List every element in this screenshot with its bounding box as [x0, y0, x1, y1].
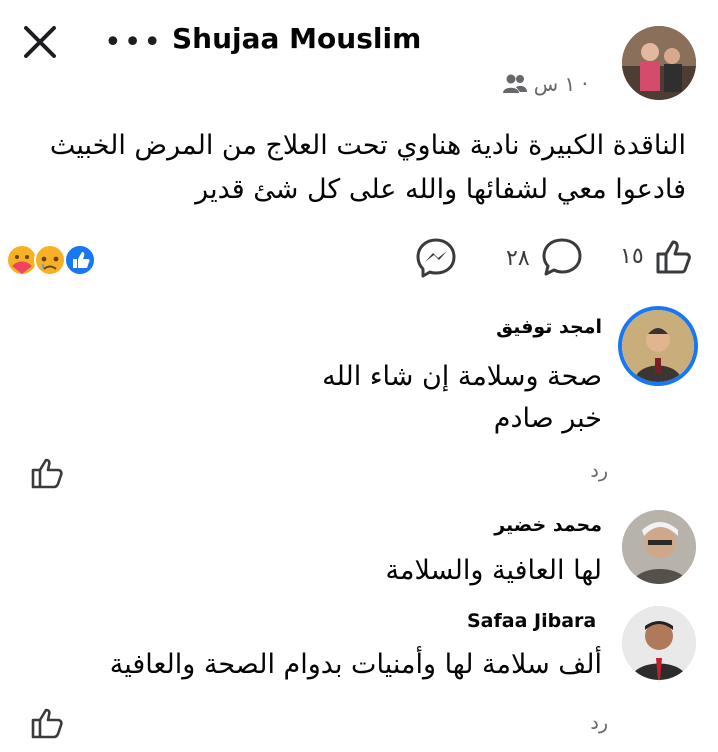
- like-count: ١٥: [620, 243, 644, 269]
- reply-link[interactable]: رد: [590, 460, 608, 482]
- comment-line: لها العافية والسلامة: [385, 555, 602, 586]
- comment-button[interactable]: ٢٨: [506, 236, 584, 280]
- comment-text: ألف سلامة لها وأمنيات بدوام الصحة والعاف…: [110, 644, 602, 686]
- commenter-name[interactable]: Safaa Jibara: [467, 610, 596, 632]
- commenter-name[interactable]: امجد توفيق: [496, 316, 602, 338]
- comment-text: لها العافية والسلامة: [386, 550, 602, 592]
- messenger-icon: [416, 238, 456, 278]
- post-time[interactable]: ١ س ·: [534, 72, 588, 96]
- post-body: الناقدة الكبيرة نادية هناوي تحت العلاج م…: [26, 124, 686, 212]
- commenter-avatar[interactable]: [622, 510, 696, 584]
- more-options-icon[interactable]: •••: [104, 28, 163, 58]
- close-icon[interactable]: [20, 22, 60, 62]
- commenter-avatar[interactable]: [622, 606, 696, 680]
- comment-line: ألف سلامة لها وأمنيات بدوام الصحة والعاف…: [109, 649, 602, 680]
- friends-icon: [502, 74, 527, 93]
- comment-count: ٢٨: [506, 245, 530, 271]
- comment-icon: [542, 238, 582, 276]
- comment-like-icon[interactable]: [30, 456, 68, 490]
- author-avatar[interactable]: [622, 26, 696, 100]
- like-reaction-icon: [64, 244, 96, 276]
- like-button[interactable]: ١٥: [620, 236, 694, 276]
- thumbs-up-icon: [656, 240, 691, 274]
- sad-reaction-icon: [34, 244, 66, 276]
- comment-line: صحة وسلامة إن شاء الله: [322, 361, 602, 392]
- post-text-line: الناقدة الكبيرة نادية هناوي تحت العلاج م…: [49, 130, 686, 161]
- commenter-avatar[interactable]: [622, 310, 694, 382]
- reaction-summary[interactable]: [4, 240, 100, 280]
- comment-like-icon[interactable]: [30, 706, 68, 740]
- messenger-button[interactable]: [414, 236, 458, 280]
- care-reaction-icon: [6, 244, 38, 276]
- author-name[interactable]: Shujaa Mouslim: [172, 22, 421, 55]
- commenter-name[interactable]: محمد خضير: [494, 514, 602, 536]
- reply-link[interactable]: رد: [590, 712, 608, 734]
- post-meta: ١ س ·: [502, 72, 588, 96]
- comment-text: صحة وسلامة إن شاء الله خبر صادم: [322, 356, 602, 440]
- post-text-line: فادعوا معي لشفائها والله على كل شئ قدير: [195, 174, 686, 205]
- comment-line: خبر صادم: [493, 403, 602, 434]
